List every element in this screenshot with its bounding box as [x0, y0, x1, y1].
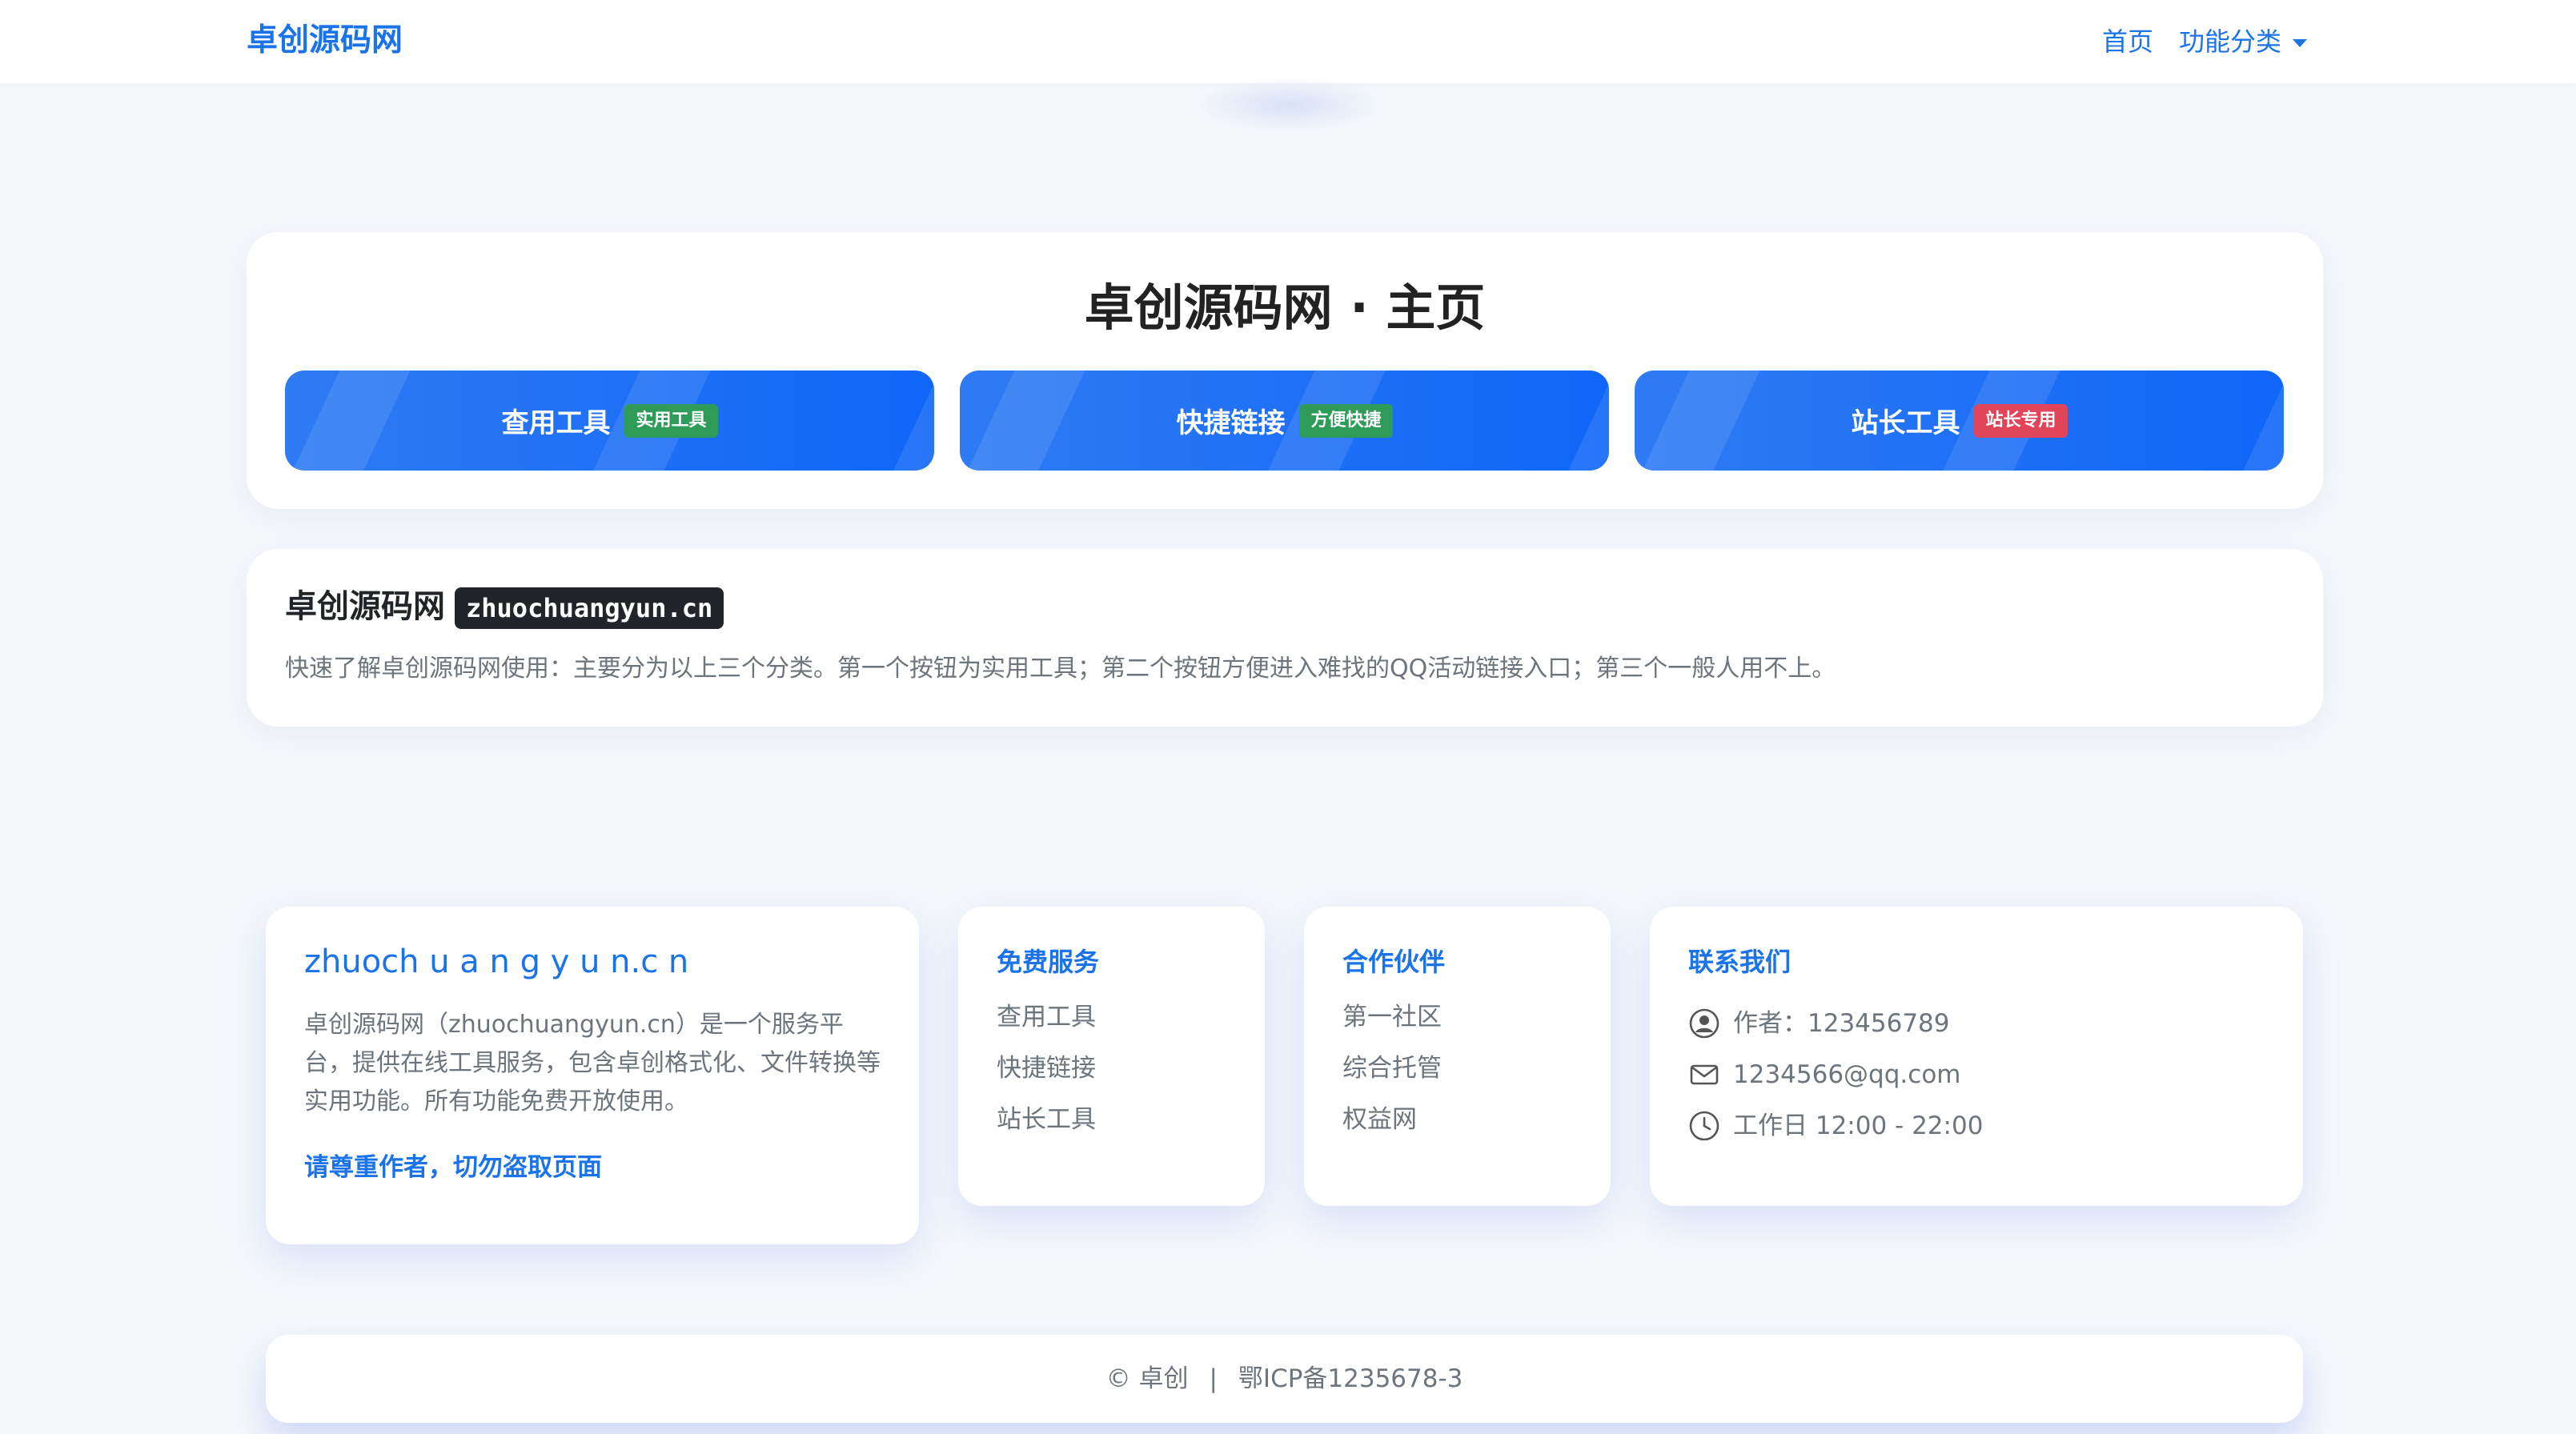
clock-icon [1689, 1111, 1719, 1141]
partner-link-first-community[interactable]: 第一社区 [1342, 999, 1442, 1051]
nav-home-link[interactable]: 首页 [2102, 19, 2153, 64]
about-description: 卓创源码网（zhuochuangyun.cn）是一个服务平台，提供在线工具服务，… [304, 1011, 881, 1116]
site-brand[interactable]: 卓创源码网 [247, 16, 403, 66]
contact-title: 联系我们 [1688, 947, 1792, 977]
badge-practical-tools: 实用工具 [624, 403, 718, 438]
button-label: 查用工具 [501, 407, 611, 439]
contact-hours: 工作日 12:00 - 22:00 [1688, 1100, 1983, 1152]
nav-category-label: 功能分类 [2179, 26, 2282, 57]
services-title: 免费服务 [997, 947, 1100, 977]
top-navbar: 卓创源码网 首页 功能分类 [0, 0, 2576, 83]
webmaster-tools-button[interactable]: 站长工具 站长专用 [1635, 371, 2284, 471]
button-label: 站长工具 [1851, 407, 1960, 439]
domain-code: zhuochuangyun.cn [455, 587, 724, 629]
copyright-bar: © 卓创 | 鄂ICP备1235678-3 [266, 1335, 2303, 1423]
quick-links-button[interactable]: 快捷链接 方便快捷 [960, 371, 1609, 471]
free-services-card: 免费服务 查用工具 快捷链接 站长工具 [958, 907, 1265, 1206]
decorative-glow [1193, 77, 1385, 133]
intro-title: 卓创源码网 [285, 588, 445, 625]
partners-title: 合作伙伴 [1342, 947, 1446, 977]
badge-webmaster-only: 站长专用 [1974, 403, 2068, 438]
respect-author-link[interactable]: 请尊重作者，切勿盗取页面 [304, 1147, 602, 1183]
partner-link-hosting[interactable]: 综合托管 [1342, 1051, 1442, 1102]
contact-list: 作者：123456789 1234566@qq.com 工作日 12:00 - … [1688, 998, 1983, 1152]
intro-heading: 卓创源码网 zhuochuangyun.cn [285, 584, 724, 629]
about-card: zhuoch u a n g y u n.c n 卓创源码网（zhuochuan… [266, 907, 919, 1244]
contact-hours-text: 工作日 12:00 - 22:00 [1733, 1112, 1984, 1140]
intro-card: 卓创源码网 zhuochuangyun.cn 快速了解卓创源码网使用：主要分为以上… [247, 549, 2323, 727]
contact-card: 联系我们 作者：123456789 1234566@qq.com 工作日 12:… [1650, 907, 2303, 1206]
hero-card: 卓创源码网 · 主页 查用工具 实用工具 快捷链接 方便快捷 站长工具 站长专用 [247, 232, 2323, 509]
contact-email[interactable]: 1234566@qq.com [1688, 1049, 1983, 1100]
partner-link-benefits[interactable]: 权益网 [1342, 1102, 1442, 1153]
page-title: 卓创源码网 · 主页 [1084, 278, 1486, 337]
icp-record-link[interactable]: 鄂ICP备1235678-3 [1238, 1364, 1463, 1393]
contact-author: 作者：123456789 [1688, 998, 1983, 1049]
partners-list: 第一社区 综合托管 权益网 [1342, 999, 1442, 1153]
partners-card: 合作伙伴 第一社区 综合托管 权益网 [1304, 907, 1611, 1206]
service-link-query-tools[interactable]: 查用工具 [997, 999, 1096, 1051]
about-title: zhuoch u a n g y u n.c n [304, 943, 689, 980]
contact-email-text: 1234566@qq.com [1733, 1060, 1961, 1089]
services-list: 查用工具 快捷链接 站长工具 [997, 999, 1096, 1153]
query-tools-button[interactable]: 查用工具 实用工具 [285, 371, 934, 471]
copyright-owner: © 卓创 [1105, 1364, 1189, 1393]
envelope-icon [1690, 1064, 1719, 1085]
intro-description: 快速了解卓创源码网使用：主要分为以上三个分类。第一个按钮为实用工具；第二个按钮方… [285, 655, 1836, 683]
button-label: 快捷链接 [1176, 407, 1286, 439]
contact-author-text: 作者：123456789 [1733, 1009, 1950, 1038]
nav-category-dropdown[interactable]: 功能分类 [2179, 19, 2308, 64]
badge-convenient: 方便快捷 [1299, 403, 1393, 438]
user-circle-icon [1689, 1008, 1719, 1039]
service-link-quick-links[interactable]: 快捷链接 [997, 1051, 1096, 1102]
service-link-webmaster-tools[interactable]: 站长工具 [997, 1102, 1096, 1153]
copyright-separator: | [1209, 1364, 1218, 1393]
caret-down-icon [2293, 39, 2308, 47]
